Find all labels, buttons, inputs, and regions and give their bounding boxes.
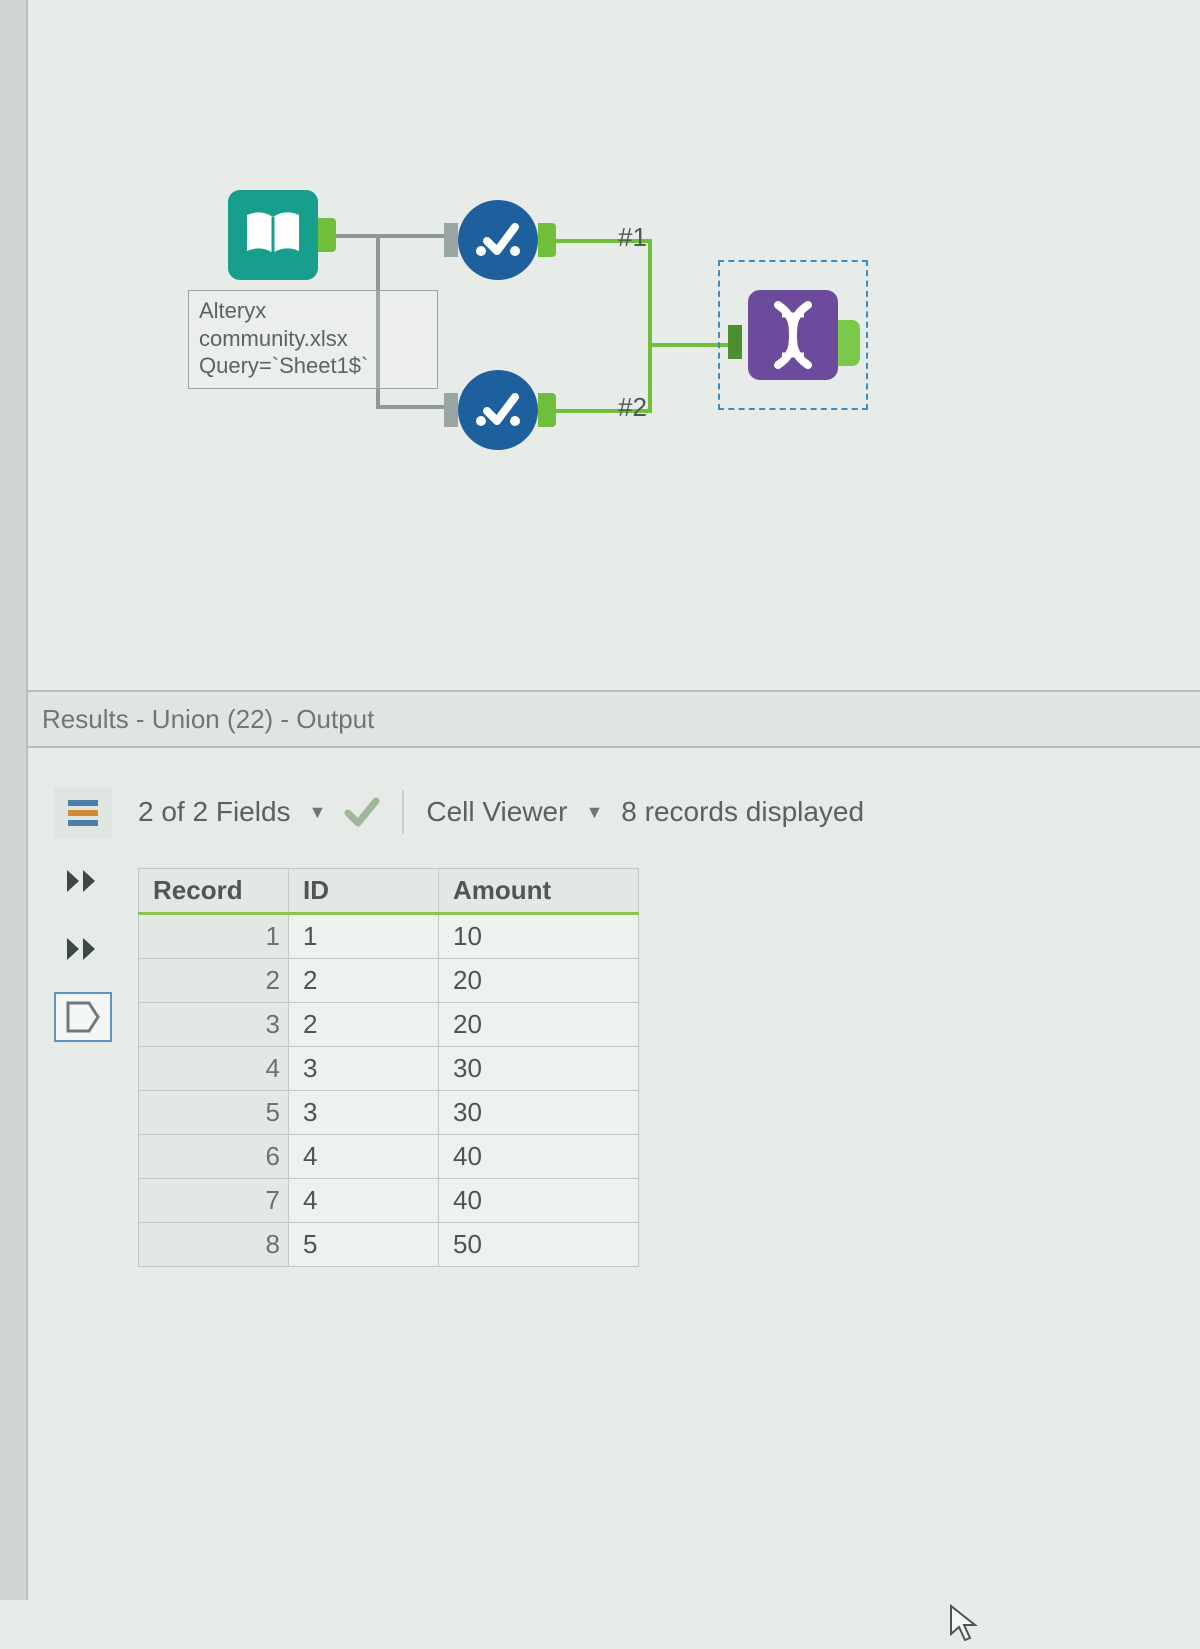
cell-record: 5 bbox=[139, 1091, 289, 1135]
cell-amount: 20 bbox=[439, 1003, 639, 1047]
port-output[interactable] bbox=[318, 218, 336, 252]
table-header-row: Record ID Amount bbox=[139, 869, 639, 914]
cell-amount: 40 bbox=[439, 1179, 639, 1223]
cell-id: 3 bbox=[289, 1047, 439, 1091]
cell-amount: 50 bbox=[439, 1223, 639, 1267]
cell-id: 4 bbox=[289, 1135, 439, 1179]
messages-tab-icon[interactable] bbox=[54, 788, 112, 838]
wire bbox=[376, 405, 446, 409]
cell-record: 3 bbox=[139, 1003, 289, 1047]
results-panel: 2 of 2 Fields ▼ Cell Viewer ▼ 8 records … bbox=[28, 748, 1200, 1600]
cell-viewer-label[interactable]: Cell Viewer bbox=[426, 796, 567, 828]
table-row[interactable]: 7 4 40 bbox=[139, 1179, 639, 1223]
select-tool-1[interactable] bbox=[458, 200, 538, 280]
input-annotation[interactable]: Alteryx community.xlsx Query=`Sheet1$` bbox=[188, 290, 438, 389]
fields-dropdown-icon[interactable]: ▼ bbox=[309, 802, 327, 823]
wire bbox=[556, 239, 612, 243]
table-row[interactable]: 5 3 30 bbox=[139, 1091, 639, 1135]
results-side-tabs bbox=[48, 788, 118, 1042]
cell-record: 7 bbox=[139, 1179, 289, 1223]
mouse-cursor-icon bbox=[948, 1604, 982, 1649]
wire bbox=[336, 234, 446, 238]
wire bbox=[648, 239, 652, 343]
left-rail bbox=[0, 0, 28, 1600]
table-row[interactable]: 8 5 50 bbox=[139, 1223, 639, 1267]
union-icon bbox=[763, 300, 823, 370]
port-output[interactable] bbox=[838, 320, 860, 366]
col-record[interactable]: Record bbox=[139, 869, 289, 914]
cell-viewer-dropdown-icon[interactable]: ▼ bbox=[585, 802, 603, 823]
apply-check-icon[interactable] bbox=[344, 797, 380, 827]
cell-amount: 40 bbox=[439, 1135, 639, 1179]
branch-label-1: #1 bbox=[618, 222, 647, 253]
cell-id: 3 bbox=[289, 1091, 439, 1135]
fields-count-label[interactable]: 2 of 2 Fields bbox=[138, 796, 291, 828]
expand-tab-2-icon[interactable] bbox=[54, 924, 112, 974]
cell-record: 6 bbox=[139, 1135, 289, 1179]
branch-label-2: #2 bbox=[618, 392, 647, 423]
port-output[interactable] bbox=[538, 223, 556, 257]
results-grid[interactable]: Record ID Amount 1 1 10 2 2 20 3 bbox=[138, 868, 639, 1267]
expand-tab-1-icon[interactable] bbox=[54, 856, 112, 906]
port-output[interactable] bbox=[538, 393, 556, 427]
cell-record: 4 bbox=[139, 1047, 289, 1091]
cell-record: 1 bbox=[139, 914, 289, 959]
table-row[interactable]: 3 2 20 bbox=[139, 1003, 639, 1047]
cell-id: 5 bbox=[289, 1223, 439, 1267]
cell-record: 2 bbox=[139, 959, 289, 1003]
cell-id: 1 bbox=[289, 914, 439, 959]
check-dots-icon bbox=[469, 381, 527, 439]
port-input[interactable] bbox=[728, 325, 742, 359]
cell-id: 2 bbox=[289, 959, 439, 1003]
col-id[interactable]: ID bbox=[289, 869, 439, 914]
table-row[interactable]: 4 3 30 bbox=[139, 1047, 639, 1091]
select-tool-2[interactable] bbox=[458, 370, 538, 450]
records-displayed-label: 8 records displayed bbox=[621, 796, 864, 828]
results-header: Results - Union (22) - Output bbox=[28, 690, 1200, 748]
results-title: Results - Union (22) - Output bbox=[42, 704, 374, 735]
table-row[interactable]: 1 1 10 bbox=[139, 914, 639, 959]
cell-amount: 30 bbox=[439, 1091, 639, 1135]
cell-record: 8 bbox=[139, 1223, 289, 1267]
port-input[interactable] bbox=[444, 393, 458, 427]
results-toolbar: 2 of 2 Fields ▼ Cell Viewer ▼ 8 records … bbox=[138, 790, 864, 834]
workflow-canvas[interactable]: Alteryx community.xlsx Query=`Sheet1$` #… bbox=[28, 0, 1200, 690]
input-data-tool[interactable] bbox=[228, 190, 318, 280]
toolbar-separator bbox=[402, 790, 404, 834]
wire bbox=[648, 343, 728, 347]
wire bbox=[648, 343, 652, 409]
col-amount[interactable]: Amount bbox=[439, 869, 639, 914]
cell-amount: 30 bbox=[439, 1047, 639, 1091]
table-row[interactable]: 6 4 40 bbox=[139, 1135, 639, 1179]
cell-id: 4 bbox=[289, 1179, 439, 1223]
output-anchor-icon[interactable] bbox=[54, 992, 112, 1042]
wire bbox=[556, 409, 612, 413]
cell-id: 2 bbox=[289, 1003, 439, 1047]
table-row[interactable]: 2 2 20 bbox=[139, 959, 639, 1003]
union-tool[interactable] bbox=[748, 290, 838, 380]
port-input[interactable] bbox=[444, 223, 458, 257]
check-dots-icon bbox=[469, 211, 527, 269]
cell-amount: 10 bbox=[439, 914, 639, 959]
cell-amount: 20 bbox=[439, 959, 639, 1003]
book-icon bbox=[243, 209, 303, 261]
